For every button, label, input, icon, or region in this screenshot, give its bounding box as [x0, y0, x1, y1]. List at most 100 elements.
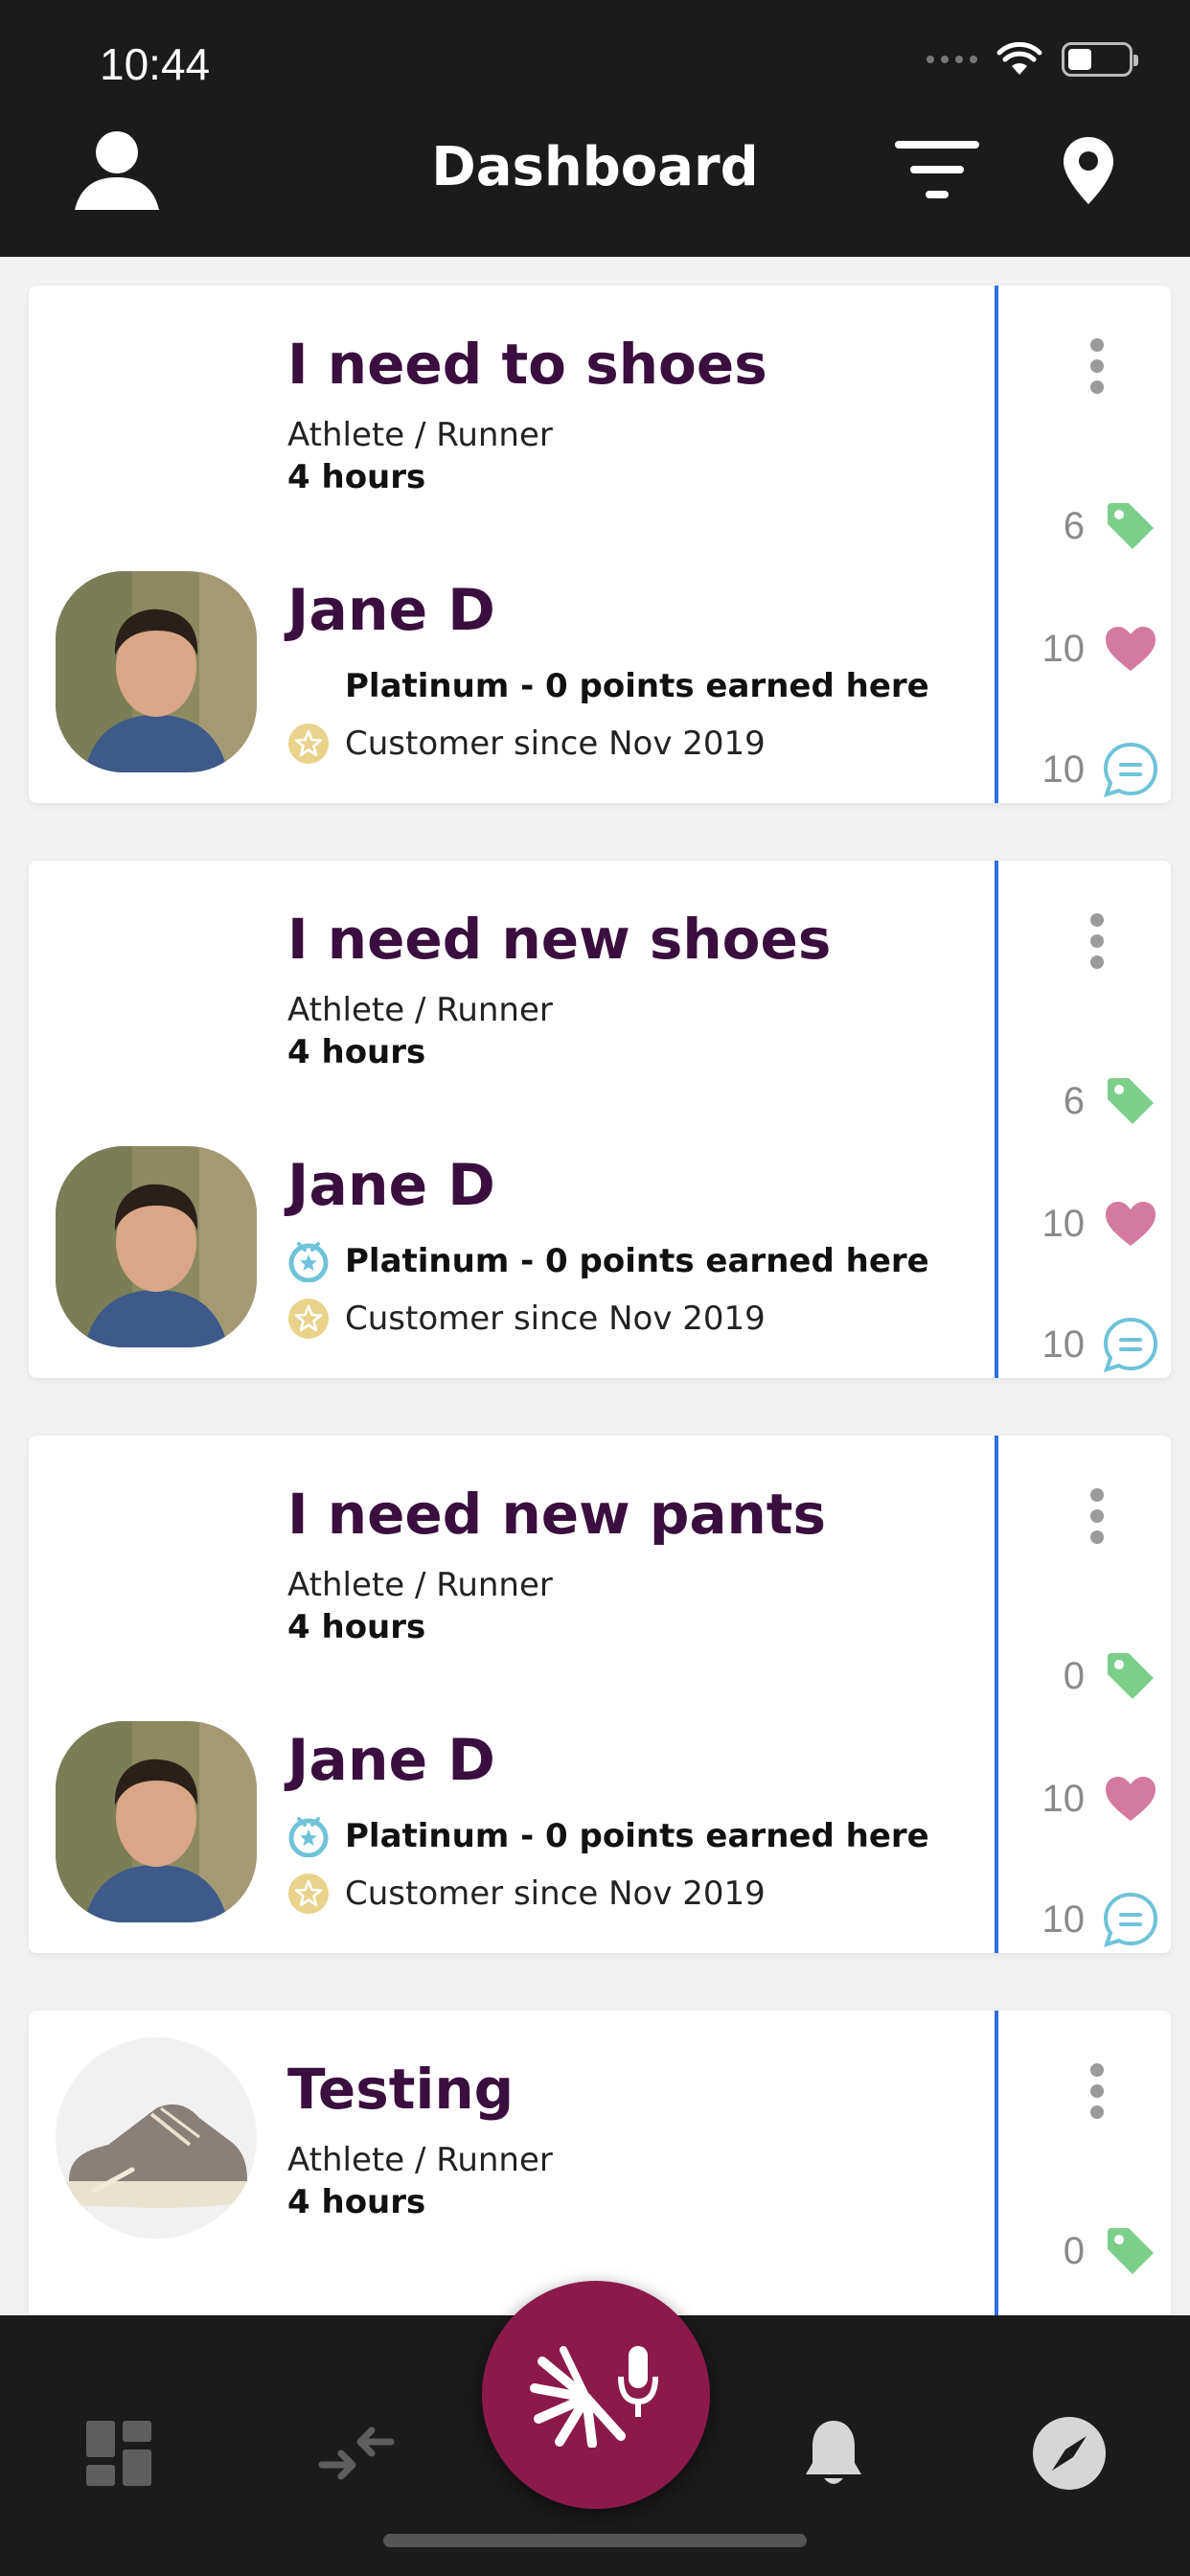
transfer-arrows-icon [318, 2426, 395, 2480]
tag-icon [1102, 497, 1159, 555]
feed-list[interactable]: I need to shoes Athlete / Runner 4 hours… [0, 257, 1190, 2315]
since-line: Customer since Nov 2019 [287, 723, 766, 765]
filter-icon [895, 141, 979, 198]
tags-count: 6 [1063, 1079, 1085, 1122]
cellular-signal-icon [927, 56, 977, 63]
dashboard-icon [86, 2421, 151, 2486]
avatar[interactable] [56, 1146, 257, 1347]
card-divider [995, 2011, 998, 2315]
tier-text: Platinum - 0 points earned here [345, 1242, 929, 1280]
tags-count: 0 [1063, 2229, 1085, 2272]
card-subtitle: Athlete / Runner [287, 416, 553, 454]
likes-count: 10 [1041, 627, 1086, 670]
voice-assistant-button[interactable] [482, 2281, 710, 2509]
customer-name: Jane D [287, 577, 495, 644]
more-options-button[interactable] [1064, 2053, 1131, 2129]
nav-explore-button[interactable] [1021, 2405, 1117, 2501]
comments-stat[interactable]: 10 [1016, 1886, 1159, 1953]
star-badge-icon [287, 1298, 330, 1340]
page-title: Dashboard [431, 136, 759, 198]
card-title: I need new shoes [287, 907, 832, 972]
avatar-photo [56, 1146, 257, 1347]
nav-dashboard-button[interactable] [71, 2405, 167, 2501]
battery-icon [1062, 42, 1138, 77]
comments-stat[interactable]: 10 [1016, 736, 1159, 803]
sneaker-image [56, 2037, 257, 2239]
tag-icon [1102, 1647, 1159, 1705]
location-pin-icon [1064, 137, 1113, 204]
card-time: 4 hours [287, 458, 426, 496]
tags-count: 0 [1063, 1654, 1085, 1697]
since-text: Customer since Nov 2019 [345, 1300, 766, 1338]
likes-count: 10 [1041, 1202, 1086, 1245]
tags-stat[interactable]: 0 [1016, 1643, 1159, 1710]
avatar-photo [56, 1721, 257, 1922]
product-image[interactable] [56, 2037, 257, 2239]
card-subtitle: Athlete / Runner [287, 1566, 553, 1604]
card-divider [995, 1436, 998, 1953]
card-divider [995, 286, 998, 803]
tier-line: Platinum - 0 points earned here [287, 1240, 929, 1282]
status-time: 10:44 [100, 39, 211, 89]
tier-line: Platinum - 0 points earned here [287, 1815, 929, 1857]
card-time: 4 hours [287, 2183, 426, 2221]
comments-count: 10 [1041, 1322, 1086, 1366]
nav-transfer-button[interactable] [309, 2405, 404, 2501]
comment-icon [1102, 741, 1159, 798]
card-time: 4 hours [287, 1608, 426, 1646]
card-title: I need new pants [287, 1482, 827, 1547]
more-options-button[interactable] [1064, 1478, 1131, 1554]
star-badge-icon [287, 1873, 330, 1915]
tags-stat[interactable]: 0 [1016, 2218, 1159, 2285]
likes-stat[interactable]: 10 [1016, 615, 1159, 682]
avatar[interactable] [56, 571, 257, 772]
heart-icon [1102, 620, 1159, 678]
filter-button[interactable] [889, 123, 985, 218]
bell-icon [806, 2421, 861, 2484]
since-text: Customer since Nov 2019 [345, 1874, 766, 1913]
comments-stat[interactable]: 10 [1016, 1311, 1159, 1378]
request-card[interactable]: I need new shoes Athlete / Runner 4 hour… [29, 861, 1171, 1378]
card-time: 4 hours [287, 1033, 426, 1071]
likes-stat[interactable]: 10 [1016, 1765, 1159, 1832]
status-icons [927, 42, 1138, 77]
card-subtitle: Athlete / Runner [287, 991, 553, 1029]
request-card[interactable]: I need new pants Athlete / Runner 4 hour… [29, 1436, 1171, 1953]
customer-name: Jane D [287, 1152, 495, 1219]
tag-icon [1102, 2222, 1159, 2280]
heart-icon [1102, 1770, 1159, 1828]
likes-stat[interactable]: 10 [1016, 1190, 1159, 1257]
since-line: Customer since Nov 2019 [287, 1873, 766, 1915]
home-indicator [383, 2534, 807, 2547]
tier-text: Platinum - 0 points earned here [345, 667, 929, 705]
tags-stat[interactable]: 6 [1016, 1068, 1159, 1135]
location-button[interactable] [1041, 123, 1136, 218]
since-line: Customer since Nov 2019 [287, 1298, 766, 1340]
since-text: Customer since Nov 2019 [345, 724, 766, 763]
card-divider [995, 861, 998, 1378]
compass-icon [1033, 2417, 1106, 2490]
tags-stat[interactable]: 6 [1016, 493, 1159, 560]
voice-assistant-icon [530, 2346, 658, 2448]
tier-line: Platinum - 0 points earned here [287, 665, 929, 707]
likes-count: 10 [1041, 1777, 1086, 1820]
more-options-button[interactable] [1064, 328, 1131, 404]
star-badge-icon [287, 723, 330, 765]
wifi-icon [996, 42, 1042, 75]
nav-notifications-button[interactable] [786, 2405, 881, 2501]
customer-name: Jane D [287, 1727, 495, 1794]
card-title: Testing [287, 2057, 515, 2122]
medal-icon [287, 1815, 330, 1857]
tag-icon [1102, 1072, 1159, 1130]
request-card[interactable]: Testing Athlete / Runner 4 hours 0 [29, 2011, 1171, 2315]
request-card[interactable]: I need to shoes Athlete / Runner 4 hours… [29, 286, 1171, 803]
avatar-photo [56, 571, 257, 772]
more-options-button[interactable] [1064, 903, 1131, 979]
heart-icon [1102, 1195, 1159, 1253]
comments-count: 10 [1041, 748, 1086, 791]
card-subtitle: Athlete / Runner [287, 2141, 553, 2179]
comments-count: 10 [1041, 1898, 1086, 1941]
medal-icon [287, 1240, 330, 1282]
card-title: I need to shoes [287, 332, 767, 397]
avatar[interactable] [56, 1721, 257, 1922]
